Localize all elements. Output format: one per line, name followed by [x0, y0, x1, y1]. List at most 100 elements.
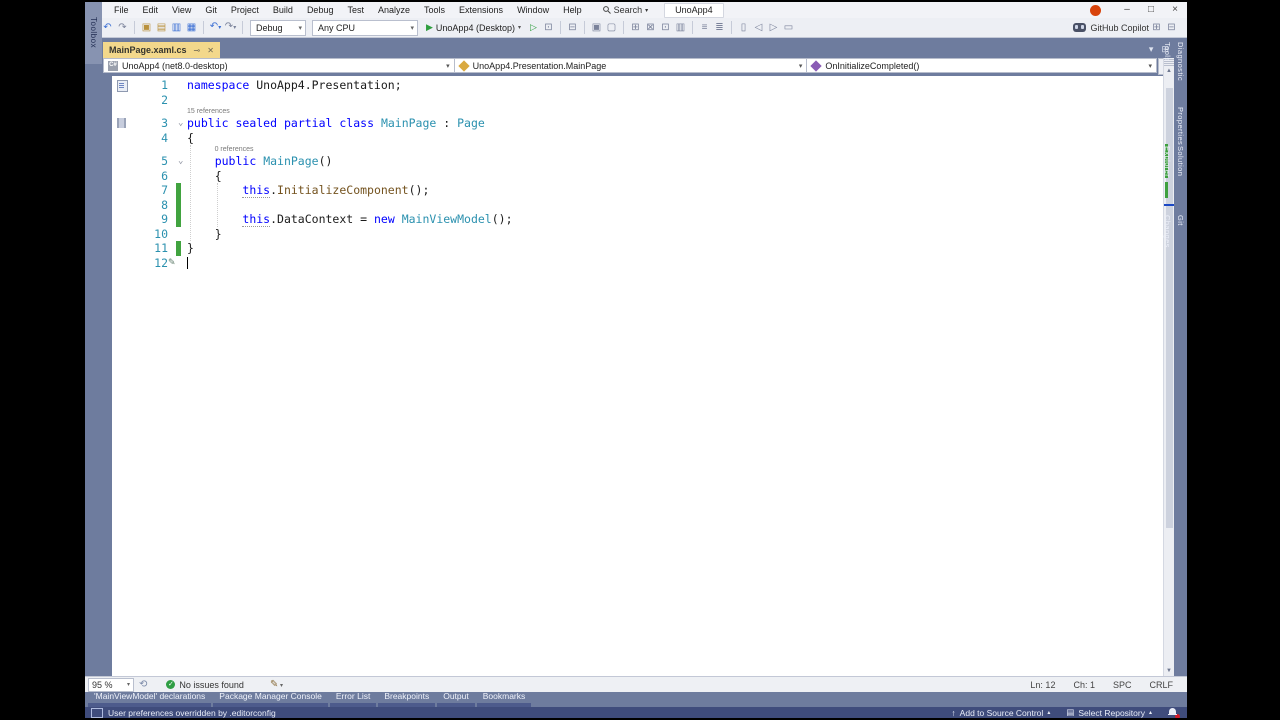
platform-dropdown[interactable]: Any CPU▾ — [312, 20, 418, 36]
bookmark-prev-icon[interactable]: ◁ — [751, 19, 766, 36]
bottom-panel-tab-strip: 'MainViewModel' declarationsPackage Mana… — [85, 691, 1187, 707]
sync-document-icon[interactable]: ⟲ — [139, 679, 147, 690]
right-tab-solution-explorer[interactable]: Solution Explorer — [1174, 146, 1187, 206]
menu-item-project[interactable]: Project — [224, 2, 266, 18]
bookmark-clear-icon[interactable]: ▭ — [781, 19, 796, 36]
code-line[interactable]: 3⌄public sealed partial class MainPage :… — [112, 116, 1163, 131]
menu-item-git[interactable]: Git — [198, 2, 224, 18]
panel-tab-output[interactable]: Output — [437, 691, 475, 707]
line-indicator[interactable]: Ln: 12 — [1030, 680, 1055, 690]
code-line[interactable]: 10 } — [112, 227, 1163, 242]
code-line[interactable]: 7 this.InitializeComponent(); — [112, 183, 1163, 198]
menu-item-view[interactable]: View — [165, 2, 198, 18]
scroll-up-icon[interactable]: ▲ — [1164, 66, 1174, 76]
panel-tab-error-list[interactable]: Error List — [330, 691, 376, 707]
bookmark-next-icon[interactable]: ▷ — [766, 19, 781, 36]
type-token: MainPage — [381, 116, 436, 130]
menu-item-help[interactable]: Help — [556, 2, 589, 18]
code-line[interactable]: 11} — [112, 241, 1163, 256]
bookmark-icon[interactable]: ▯ — [736, 19, 751, 36]
add-to-source-control-button[interactable]: ↑ Add to Source Control ▴ — [951, 708, 1050, 718]
codelens-references[interactable]: 15 references — [187, 107, 230, 116]
step-over-icon[interactable]: ⊠ — [643, 19, 658, 36]
new-project-icon[interactable]: ▣ — [139, 19, 154, 36]
undo-icon[interactable]: ↶▾ — [208, 18, 223, 37]
scroll-down-icon[interactable]: ▼ — [1164, 666, 1174, 676]
find-in-files-icon[interactable]: ▢ — [604, 19, 619, 36]
fold-collapse-icon[interactable]: ⌄ — [178, 154, 183, 169]
panel-tab--mainviewmodel-declarations[interactable]: 'MainViewModel' declarations — [88, 691, 211, 707]
fold-collapse-icon[interactable]: ⌄ — [178, 116, 183, 131]
right-tab-diagnostic-tools[interactable]: Diagnostic Tools — [1174, 42, 1187, 98]
step-out-icon[interactable]: ⊡ — [658, 19, 673, 36]
code-line[interactable]: 5⌄ public MainPage() — [112, 154, 1163, 169]
sidebar-tab-toolbox[interactable]: Toolbox — [85, 2, 102, 64]
panel-tab-bookmarks[interactable]: Bookmarks — [477, 691, 532, 707]
minimize-button[interactable]: – — [1115, 2, 1139, 18]
open-file-icon[interactable]: ▤ — [154, 19, 169, 36]
code-line[interactable]: 8 — [112, 198, 1163, 213]
step-into-icon[interactable]: ⊞ — [628, 19, 643, 36]
codelens-references[interactable]: 0 references — [215, 145, 254, 154]
start-without-debugging-icon[interactable]: ▷ — [526, 19, 541, 36]
line-ending-indicator[interactable]: CRLF — [1149, 680, 1173, 690]
account-avatar[interactable] — [1090, 5, 1101, 16]
code-line[interactable]: 1namespace UnoApp4.Presentation; — [112, 78, 1163, 93]
close-tab-icon[interactable]: ✕ — [207, 46, 214, 55]
github-copilot-button[interactable]: GitHub Copilot ⊞ ⊟ — [1073, 19, 1187, 36]
menu-item-extensions[interactable]: Extensions — [452, 2, 510, 18]
menu-item-debug[interactable]: Debug — [300, 2, 341, 18]
menu-item-file[interactable]: File — [107, 2, 136, 18]
navigation-bar: UnoApp4 (net8.0-desktop) ▾ UnoApp4.Prese… — [103, 58, 1173, 75]
pin-tab-icon[interactable]: ⊸ — [194, 46, 201, 55]
navigate-forward-icon[interactable]: ↷ — [115, 19, 130, 36]
line-number: 9 — [122, 212, 168, 227]
code-line[interactable]: 12✎ — [112, 256, 1163, 271]
solution-platforms-icon[interactable]: ▣ — [589, 19, 604, 36]
panel-tab-package-manager-console[interactable]: Package Manager Console — [213, 691, 328, 707]
keyword-token: class — [339, 116, 374, 130]
menu-item-build[interactable]: Build — [266, 2, 300, 18]
project-dropdown[interactable]: UnoApp4 (net8.0-desktop) ▾ — [103, 58, 455, 73]
zoom-dropdown[interactable]: 95 %▾ — [88, 678, 134, 692]
start-debugging-button[interactable]: ▶ UnoApp4 (Desktop) ▾ — [424, 22, 523, 33]
run-tests-icon[interactable]: ▥ — [673, 19, 688, 36]
send-feedback-icon[interactable]: ⊟ — [1164, 19, 1179, 36]
type-dropdown[interactable]: UnoApp4.Presentation.MainPage ▾ — [455, 58, 808, 73]
code-line[interactable]: 6 { — [112, 169, 1163, 184]
code-line[interactable]: 4{ — [112, 131, 1163, 146]
code-fix-icon[interactable]: ✎ ▾ — [270, 679, 283, 690]
copilot-chat-icon[interactable]: ⊞ — [1149, 19, 1164, 36]
menu-item-window[interactable]: Window — [510, 2, 556, 18]
column-indicator[interactable]: Ch: 1 — [1073, 680, 1095, 690]
break-all-icon[interactable]: ⊟ — [565, 19, 580, 36]
notifications-bell-icon[interactable] — [1168, 708, 1177, 717]
member-dropdown[interactable]: OnInitializeCompleted() ▾ — [807, 58, 1157, 73]
menu-item-edit[interactable]: Edit — [136, 2, 166, 18]
redo-icon[interactable]: ↷▾ — [223, 18, 238, 37]
save-icon[interactable]: ▥ — [169, 19, 184, 36]
select-repository-button[interactable]: ▤ Select Repository ▴ — [1066, 707, 1152, 718]
menu-item-tools[interactable]: Tools — [417, 2, 452, 18]
configuration-dropdown[interactable]: Debug▾ — [250, 20, 306, 36]
tab-list-dropdown-icon[interactable]: ▾ — [1149, 44, 1154, 55]
comment-icon[interactable]: ≡ — [697, 19, 712, 36]
hot-reload-icon[interactable]: ⊡ — [541, 19, 556, 36]
code-editor[interactable]: 1namespace UnoApp4.Presentation;215 refe… — [112, 76, 1163, 676]
edit-pencil-icon: ✎ — [168, 256, 176, 271]
menu-item-analyze[interactable]: Analyze — [371, 2, 417, 18]
search-box[interactable]: Search ▾ — [603, 5, 649, 15]
maximize-button[interactable]: □ — [1139, 2, 1163, 18]
indent-mode-indicator[interactable]: SPC — [1113, 680, 1132, 690]
right-tab-git-changes[interactable]: Git Changes — [1174, 215, 1187, 255]
panel-tab-breakpoints[interactable]: Breakpoints — [378, 691, 435, 707]
right-tab-properties[interactable]: Properties — [1174, 107, 1187, 137]
save-all-icon[interactable]: ▦ — [184, 19, 199, 36]
code-line[interactable]: 9 this.DataContext = new MainViewModel()… — [112, 212, 1163, 227]
close-button[interactable]: × — [1163, 2, 1187, 18]
code-line[interactable]: 2 — [112, 93, 1163, 108]
tab-mainpage-xaml-cs[interactable]: MainPage.xaml.cs ⊸ ✕ — [103, 42, 220, 58]
uncomment-icon[interactable]: ≣ — [712, 19, 727, 36]
navigate-back-icon[interactable]: ↶ — [100, 19, 115, 36]
menu-item-test[interactable]: Test — [340, 2, 371, 18]
